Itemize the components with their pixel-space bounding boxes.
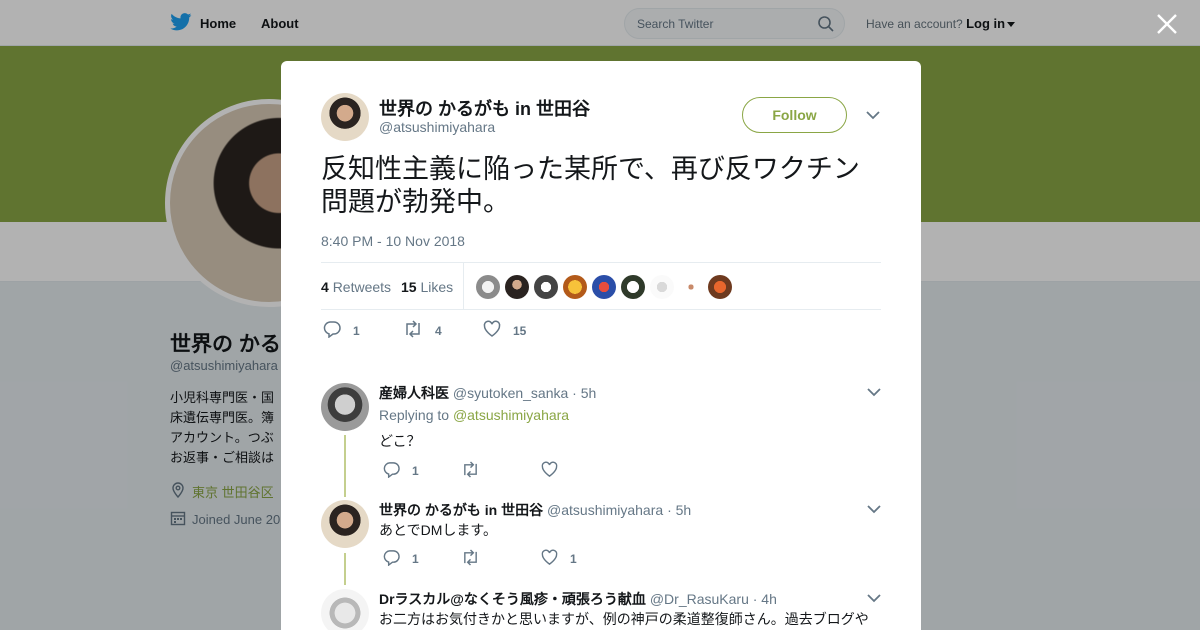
- close-icon[interactable]: [1155, 12, 1179, 36]
- retweet-icon: [461, 461, 492, 481]
- likes-stat[interactable]: 15 Likes: [401, 279, 453, 295]
- reply-button[interactable]: 1: [383, 549, 419, 569]
- tweet-modal: 世界の かるがも in 世田谷 @atsushimiyahara Follow …: [281, 61, 921, 630]
- retweet-button[interactable]: [461, 549, 492, 569]
- retweet-button[interactable]: 4: [403, 320, 442, 341]
- reply-button[interactable]: 1: [383, 461, 419, 481]
- reply-icon: [383, 461, 412, 481]
- likers-avatars: [476, 275, 737, 299]
- reply-tweet[interactable]: 産婦人科医 @syutoken_sanka · 5h Replying to @…: [321, 383, 881, 483]
- reply-time[interactable]: · 4h: [753, 591, 777, 607]
- tweet-author-avatar[interactable]: [321, 93, 369, 141]
- reply-author-avatar[interactable]: [321, 500, 369, 548]
- replying-to: Replying to @atsushimiyahara: [379, 407, 569, 423]
- retweet-button[interactable]: [461, 461, 492, 481]
- retweet-icon: [403, 320, 435, 341]
- tweet-timestamp[interactable]: 8:40 PM - 10 Nov 2018: [321, 233, 465, 249]
- retweets-stat[interactable]: 4 Retweets: [321, 279, 391, 295]
- reply-text: あとでDMします。: [379, 522, 497, 538]
- reply-text: お二方はお気付きかと思いますが、例の神戸の柔道整復師さん。過去ブログや: [379, 611, 869, 627]
- like-count: 1: [570, 552, 577, 566]
- like-button[interactable]: 1: [541, 549, 577, 569]
- like-button[interactable]: [541, 461, 570, 481]
- chevron-down-icon[interactable]: [867, 504, 881, 516]
- reply-count: 1: [412, 552, 419, 566]
- liker-avatar[interactable]: [708, 275, 732, 299]
- tweet-actions: 1 4 15: [321, 320, 881, 344]
- heart-icon: [483, 320, 513, 341]
- chevron-down-icon[interactable]: [866, 110, 880, 122]
- tweet-text: 反知性主義に陥った某所で、再び反ワクチン問題が勃発中。: [321, 154, 860, 217]
- reply-author-name[interactable]: 産婦人科医: [379, 385, 449, 401]
- likes-label: Likes: [420, 279, 454, 295]
- reply-count: 1: [353, 323, 360, 338]
- reply-author-handle[interactable]: @Dr_RasuKaru: [650, 591, 749, 607]
- tweet-stats: 4 Retweets 15 Likes: [321, 262, 881, 310]
- reply-count: 1: [412, 464, 419, 478]
- heart-icon: [541, 549, 570, 569]
- follow-button[interactable]: Follow: [742, 97, 847, 133]
- replying-prefix: Replying to: [379, 407, 450, 423]
- reply-header: Drラスカル@なくそう風疹・頑張ろう献血 @Dr_RasuKaru · 4h: [379, 589, 777, 609]
- liker-avatar[interactable]: [563, 275, 587, 299]
- heart-icon: [541, 461, 570, 481]
- retweets-label: Retweets: [332, 279, 392, 295]
- liker-avatar[interactable]: [476, 275, 500, 299]
- tweet-author-handle[interactable]: @atsushimiyahara: [379, 119, 495, 135]
- reply-header: 産婦人科医 @syutoken_sanka · 5h: [379, 383, 596, 403]
- like-button[interactable]: 15: [483, 320, 526, 341]
- tweet-author-name[interactable]: 世界の かるがも in 世田谷: [379, 95, 590, 121]
- reply-author-handle[interactable]: @atsushimiyahara: [547, 502, 663, 518]
- reply-tweet[interactable]: Drラスカル@なくそう風疹・頑張ろう献血 @Dr_RasuKaru · 4h お…: [321, 589, 881, 630]
- retweets-count: 4: [321, 279, 329, 295]
- reply-icon: [383, 549, 412, 569]
- stats-divider: [463, 263, 464, 309]
- reply-button[interactable]: 1: [323, 320, 360, 341]
- liker-avatar[interactable]: [534, 275, 558, 299]
- reply-author-name[interactable]: Drラスカル@なくそう風疹・頑張ろう献血: [379, 591, 646, 607]
- reply-icon: [323, 320, 353, 341]
- chevron-down-icon[interactable]: [867, 387, 881, 399]
- liker-avatar[interactable]: [592, 275, 616, 299]
- reply-author-avatar[interactable]: [321, 383, 369, 431]
- reply-time[interactable]: · 5h: [667, 502, 691, 518]
- reply-author-name[interactable]: 世界の かるがも in 世田谷: [379, 502, 543, 518]
- liker-avatar[interactable]: [679, 275, 703, 299]
- like-count: 15: [513, 323, 527, 338]
- reply-author-avatar[interactable]: [321, 589, 369, 630]
- retweet-icon: [461, 549, 492, 569]
- replying-to-handle[interactable]: @atsushimiyahara: [453, 407, 569, 423]
- reply-tweet[interactable]: 世界の かるがも in 世田谷 @atsushimiyahara · 5h あと…: [321, 500, 881, 570]
- reply-text: どこ？: [379, 433, 421, 449]
- liker-avatar[interactable]: [621, 275, 645, 299]
- retweet-count: 4: [435, 323, 442, 338]
- reply-author-handle[interactable]: @syutoken_sanka: [453, 385, 568, 401]
- liker-avatar[interactable]: [650, 275, 674, 299]
- liker-avatar[interactable]: [505, 275, 529, 299]
- likes-count: 15: [401, 279, 417, 295]
- chevron-down-icon[interactable]: [867, 593, 881, 605]
- reply-header: 世界の かるがも in 世田谷 @atsushimiyahara · 5h: [379, 500, 691, 520]
- reply-time[interactable]: · 5h: [572, 385, 596, 401]
